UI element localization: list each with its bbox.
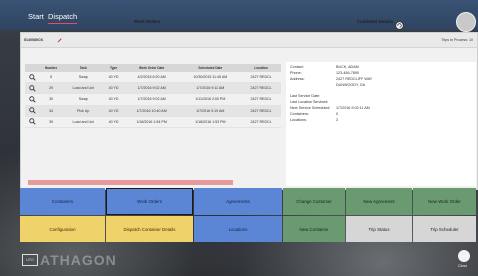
cell-location: 2427 REDCL [241,82,281,95]
column-header[interactable]: Type [103,64,124,72]
cell-task: Load and Unl [63,82,104,95]
trip-status-tile[interactable]: Trip Status [346,216,412,242]
customer-details-title: Customer Details [356,19,394,24]
agreements-tile[interactable]: Agreements [194,188,282,215]
cell-type: 40 YD [103,93,124,106]
detail-locations: Locations: 3 [290,118,339,122]
trips-in-process: Trips In Process: 10 [441,38,473,42]
cell-work-order-date: 1/7/2016 9:02 AM [123,82,180,95]
cell-type: 40 YD [103,116,124,128]
customer-details-panel: Contact: BUCK, ADAM Phone: 123-456-7890 Ad… [286,62,476,186]
detail-last-location-serviced: Last Location Serviced: [290,100,329,104]
table-header-row: Number Task Type Work Order Date Schedul… [25,64,281,72]
close-label: Close [458,264,468,268]
magnifier-icon[interactable] [28,85,36,92]
new-container-tile[interactable]: New Container [283,216,345,242]
work-orders-title: Work Orders [133,19,161,24]
detail-last-service-date: Last Service Date: [290,94,321,98]
cell-location: 2427 REDCL [241,105,281,117]
configuration-tile[interactable]: Configuration [20,216,105,242]
cell-type: 40 YD [103,72,124,84]
cell-task: Swap [63,72,104,84]
column-header[interactable]: Location [241,64,281,72]
locations-tile[interactable]: Locations [194,216,282,242]
refresh-icon[interactable] [395,21,404,30]
column-header[interactable]: Task [63,64,104,72]
cell-work-order-date: 1/18/2016 1:54 PM [123,116,180,128]
cell-task: Load and Unl [63,116,104,128]
table-row[interactable]: 34 Pick Up 40 YD 1/7/2016 10:40 AM 1/7/2… [25,105,281,117]
detail-address-city: DUNWOODY, GA [336,83,366,87]
cell-task: Pick Up [63,105,104,117]
magnifier-icon[interactable] [28,107,36,114]
detail-address: Address: 2427 REDCLIFF WAY [290,77,373,81]
cell-number: 5 [39,72,64,84]
detail-containers: Containers: 0 [290,112,339,116]
cell-type: 40 YD [103,82,124,95]
column-header[interactable]: Scheduled Date [179,64,242,72]
cell-task: Swap [63,93,104,106]
table-row[interactable]: 30 Swap 40 YD 1/7/2016 9:02 AM 1/11/2016… [25,93,281,106]
table-row[interactable]: 29 Load and Unl 40 YD 1/7/2016 9:02 AM 1… [25,82,281,95]
column-header[interactable] [25,64,39,72]
close-icon[interactable] [458,250,470,262]
cell-scheduled-date: 10/30/2015 11:45 AM [179,72,242,84]
detail-next-service: Next Service Scheduled: 1/7/2016 9:02:11 … [290,106,370,110]
cell-number: 34 [39,105,64,117]
cell-type: 40 YD [103,105,124,117]
pencil-icon[interactable] [56,37,63,44]
cell-number: 39 [39,116,64,128]
cell-scheduled-date: 1/18/2016 1:53 PM [179,116,242,128]
new-work-order-tile[interactable]: New Work Order [413,188,476,215]
action-tiles: Containers Work Orders Agreements Change… [20,188,476,242]
cell-location: 2427 REDCL [241,93,281,106]
cell-location: 2427 REDCL [241,116,281,128]
cell-scheduled-date: 1/7/2016 9:11 AM [179,82,242,95]
cell-location: 2427 REDCL [241,72,281,84]
cell-number: 30 [39,93,64,106]
cell-number: 29 [39,82,64,95]
column-header[interactable]: Number [39,64,64,72]
table-row[interactable]: 39 Load and Unl 40 YD 1/18/2016 1:54 PM … [25,116,281,128]
change-customer-tile[interactable]: Change Customer [283,188,345,215]
column-header[interactable]: Work Order Date [123,64,180,72]
magnifier-icon[interactable] [28,73,36,81]
cell-work-order-date: 1/7/2016 10:40 AM [123,105,180,117]
detail-contact: Contact: BUCK, ADAM [290,65,359,69]
magnifier-icon[interactable] [28,118,36,125]
table-row[interactable]: 5 Swap 40 YD 4/2/2015 6:20 AM 10/30/2015… [25,72,281,84]
cell-work-order-date: 4/2/2015 6:20 AM [123,72,180,84]
containers-tile[interactable]: Containers [20,188,105,215]
progress-bar [28,180,233,185]
panel-header: 5140080CK Trips In Process: 10 [21,33,477,48]
detail-phone: Phone: 123-456-7890 [290,71,359,75]
menu-start[interactable]: Start [28,12,44,21]
trip-scheduler-tile[interactable]: Trip Scheduler [413,216,476,242]
cell-scheduled-date: 1/7/2016 9:19 AM [179,105,242,117]
close-button[interactable]: Close [452,250,476,272]
menu-dispatch[interactable]: Dispatch [48,12,78,24]
dispatch-container-details-tile[interactable]: Dispatch Container Details [106,216,193,242]
top-menu-bar: Start Dispatch [0,0,478,32]
brand-watermark: ATHAGON [40,252,117,268]
magnifier-icon[interactable] [28,96,36,103]
work-orders-tile[interactable]: Work Orders [106,188,193,215]
unit-label: 5140080CK [24,38,44,42]
user-avatar[interactable] [456,12,476,32]
new-agreement-tile[interactable]: New Agreement [346,188,412,215]
cell-work-order-date: 1/7/2016 9:02 AM [123,93,180,106]
work-orders-table: Number Task Type Work Order Date Schedul… [25,64,281,128]
app-logo: UTO [22,254,38,266]
cell-scheduled-date: 1/11/2016 2:00 PM [179,93,242,106]
